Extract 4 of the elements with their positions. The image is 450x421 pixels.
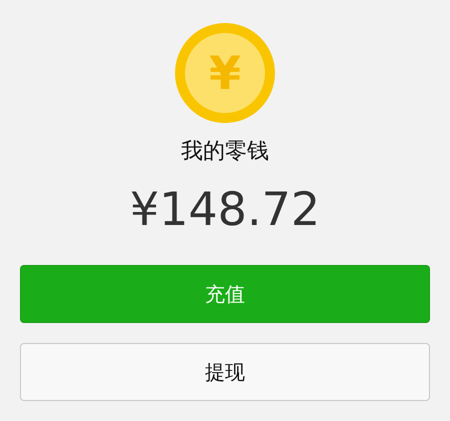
withdraw-button[interactable]: 提现 (20, 343, 430, 401)
balance-amount: ¥148.72 (130, 181, 320, 237)
yen-symbol: ¥ (208, 50, 241, 96)
wallet-title: 我的零钱 (181, 138, 269, 166)
